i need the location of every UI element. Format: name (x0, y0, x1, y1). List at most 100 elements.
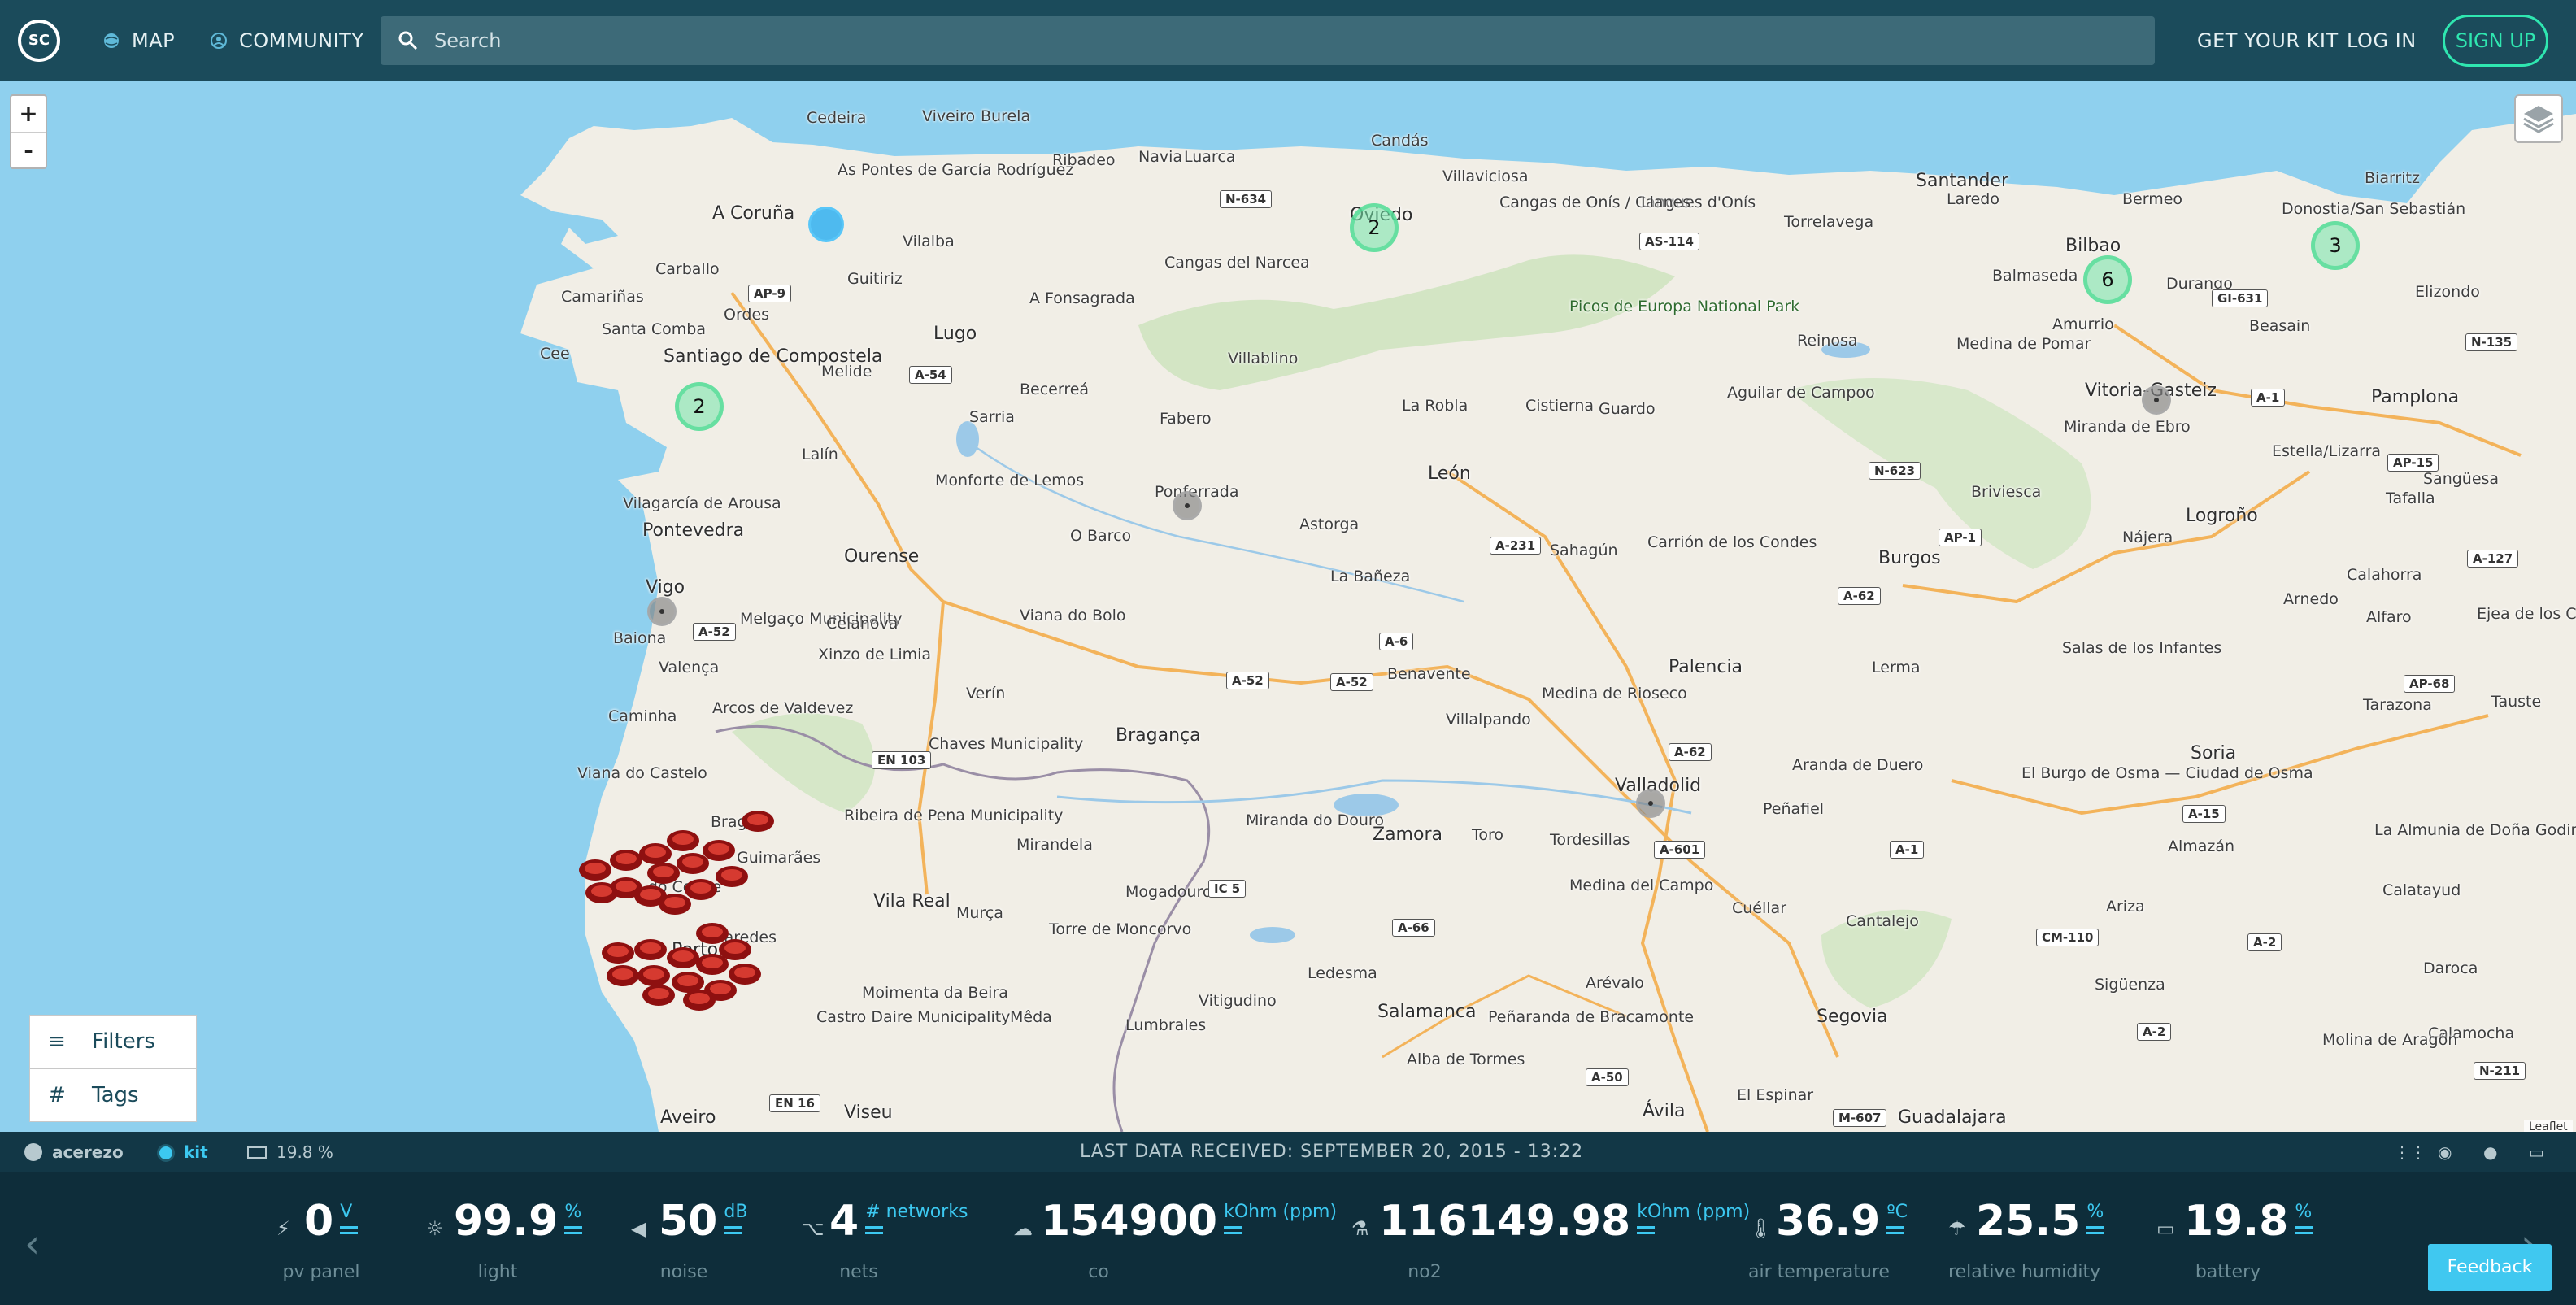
login-link[interactable]: LOG IN (2347, 24, 2417, 57)
nav-community-link[interactable]: COMMUNITY (210, 24, 363, 57)
road-shield: A-66 (1392, 919, 1435, 937)
map-place: Ribeira de Pena Municipality (844, 807, 1064, 824)
search-bar[interactable]: Search (381, 16, 2155, 65)
map-place: Guardo (1599, 400, 1656, 418)
tags-button[interactable]: # Tags (29, 1068, 197, 1122)
road-shield: A-52 (1330, 673, 1373, 691)
map-place: Medina del Campo (1569, 877, 1714, 894)
map-place: Villablino (1228, 350, 1299, 368)
sensor-name: relative humidity (1948, 1262, 2101, 1282)
map-place: Lerma (1872, 659, 1921, 676)
kit-marker[interactable] (2142, 385, 2171, 415)
map-place: Calahorra (2347, 566, 2422, 584)
sensor-unit: kOhm (ppm) (1637, 1202, 1751, 1229)
map-place: Vilagarcía de Arousa (623, 494, 781, 512)
map-place: Burela (981, 107, 1031, 125)
sensor-noise[interactable]: ◀ 50 dB noise (631, 1197, 747, 1294)
map-place: Navia (1138, 148, 1183, 166)
map-place: Vila Real (873, 891, 951, 911)
red-marker-group[interactable] (569, 805, 781, 1114)
sensor-value: 99.9 (454, 1197, 559, 1246)
filters-label: Filters (92, 1029, 155, 1054)
sensor-nets[interactable]: ⌥ 4 # networks nets (802, 1197, 968, 1294)
layers-icon (2523, 106, 2554, 133)
kit-marker[interactable] (647, 597, 677, 626)
map-attribution[interactable]: Leaflet (2524, 1120, 2573, 1132)
road-shield: A-2 (2247, 933, 2282, 951)
sensor-value: 4 (829, 1197, 859, 1246)
map-place: Almazán (2168, 837, 2235, 855)
sensor-air-temperature[interactable]: 🌡36.9 ºC air temperature (1748, 1197, 1908, 1294)
road-shield: A-127 (2467, 550, 2519, 568)
map-place: Viveiro (922, 107, 976, 125)
sensor-relative-humidity[interactable]: ☂ 25.5% relative humidity (1948, 1197, 2105, 1294)
sensor-value: 36.9 (1776, 1197, 1881, 1246)
road-shield: A-52 (1226, 672, 1269, 689)
road-shield: AP-9 (748, 285, 792, 302)
map-place: Tauste (2491, 693, 2542, 711)
sensor-co[interactable]: ☁ 154900 kOhm (ppm) co (1013, 1197, 1337, 1294)
map-place: Mirandela (1016, 836, 1093, 854)
map-place: Valença (659, 659, 720, 676)
kit-cluster-marker[interactable]: 2 (1350, 203, 1399, 252)
map-place: Salas de los Infantes (2062, 639, 2222, 657)
sensor-pv-panel[interactable]: ⚡ 0 V pv panel (276, 1197, 366, 1294)
battery-icon (247, 1146, 267, 1159)
target-icon[interactable]: ◉ (2438, 1132, 2452, 1172)
map-place: Carballo (655, 260, 720, 278)
chat-icon[interactable]: ▭ (2529, 1132, 2544, 1172)
road-shield: A-231 (1490, 537, 1542, 555)
map-place: Villalpando (1446, 711, 1531, 729)
kit-marker[interactable] (808, 207, 844, 242)
road-shield: A-54 (909, 366, 952, 384)
map-place: Arcos de Valdevez (712, 699, 854, 717)
map-place: Soria (2191, 743, 2237, 763)
map-place: Ávila (1643, 1101, 1686, 1121)
filters-button[interactable]: ≡ Filters (29, 1015, 197, 1068)
sensor-no2[interactable]: ⚗ 116149.98 kOhm (ppm) no2 (1351, 1197, 1750, 1294)
road-shield: AP-68 (2404, 675, 2456, 693)
map-place: Zamora (1373, 824, 1442, 845)
sensor-name: no2 (1408, 1262, 1442, 1282)
kit-cluster-marker[interactable]: 3 (2311, 221, 2360, 270)
nav-map-label: MAP (132, 29, 176, 52)
kit-marker[interactable] (1173, 491, 1202, 520)
map-place: Nájera (2122, 529, 2174, 546)
map-place: Bilbao (2065, 236, 2121, 256)
get-your-kit-link[interactable]: GET YOUR KIT (2197, 24, 2339, 57)
kit-marker[interactable] (1636, 789, 1665, 818)
kit-cluster-marker[interactable]: 6 (2083, 255, 2132, 304)
user-info[interactable]: acerezo (24, 1132, 124, 1172)
hash-icon: # (48, 1083, 66, 1107)
map-place: Castro Daire Municipality (816, 1008, 1011, 1026)
feedback-button[interactable]: Feedback (2428, 1244, 2552, 1291)
sensor-battery[interactable]: ▭ 19.8% battery (2156, 1197, 2313, 1294)
map-place: Viana do Bolo (1020, 607, 1126, 624)
map-place: Llanes (1641, 194, 1691, 211)
tags-label: Tags (92, 1083, 139, 1107)
signal-icon[interactable]: ⋮⋮ (2394, 1132, 2426, 1172)
prev-arrow-icon[interactable]: ‹ (24, 1221, 40, 1267)
map-view[interactable]: + - Cedeira Viveiro Burela As Pontes de … (0, 81, 2576, 1132)
layers-button[interactable] (2514, 94, 2563, 143)
zoom-in-button[interactable]: + (11, 96, 46, 133)
sensor-unit: V (340, 1202, 359, 1229)
map-place: Ordes (724, 306, 770, 324)
sensor-unit: ºC (1886, 1202, 1908, 1229)
smart-citizen-logo[interactable]: SC (18, 20, 60, 62)
sensor-name: nets (839, 1262, 878, 1282)
zoom-out-button[interactable]: - (11, 133, 46, 168)
cloud-icon: ☁ (1013, 1217, 1033, 1240)
sensor-light[interactable]: ☼ 99.9% light (426, 1197, 583, 1294)
road-shield: A-15 (2182, 805, 2226, 823)
signup-button[interactable]: SIGN UP (2443, 15, 2548, 67)
kit-cluster-marker[interactable]: 2 (675, 382, 724, 431)
profile-icon[interactable]: ● (2483, 1132, 2497, 1172)
map-place: Torrelavega (1784, 213, 1874, 231)
map-place: Viana do Castelo (577, 764, 707, 782)
filter-icon: ≡ (48, 1029, 66, 1054)
map-place: La Robla (1402, 397, 1469, 415)
kit-status-bar: acerezo kit 19.8 % LAST DATA RECEIVED: S… (0, 1132, 2576, 1172)
nav-map-link[interactable]: MAP (102, 24, 175, 57)
road-shield: A-601 (1654, 841, 1706, 859)
